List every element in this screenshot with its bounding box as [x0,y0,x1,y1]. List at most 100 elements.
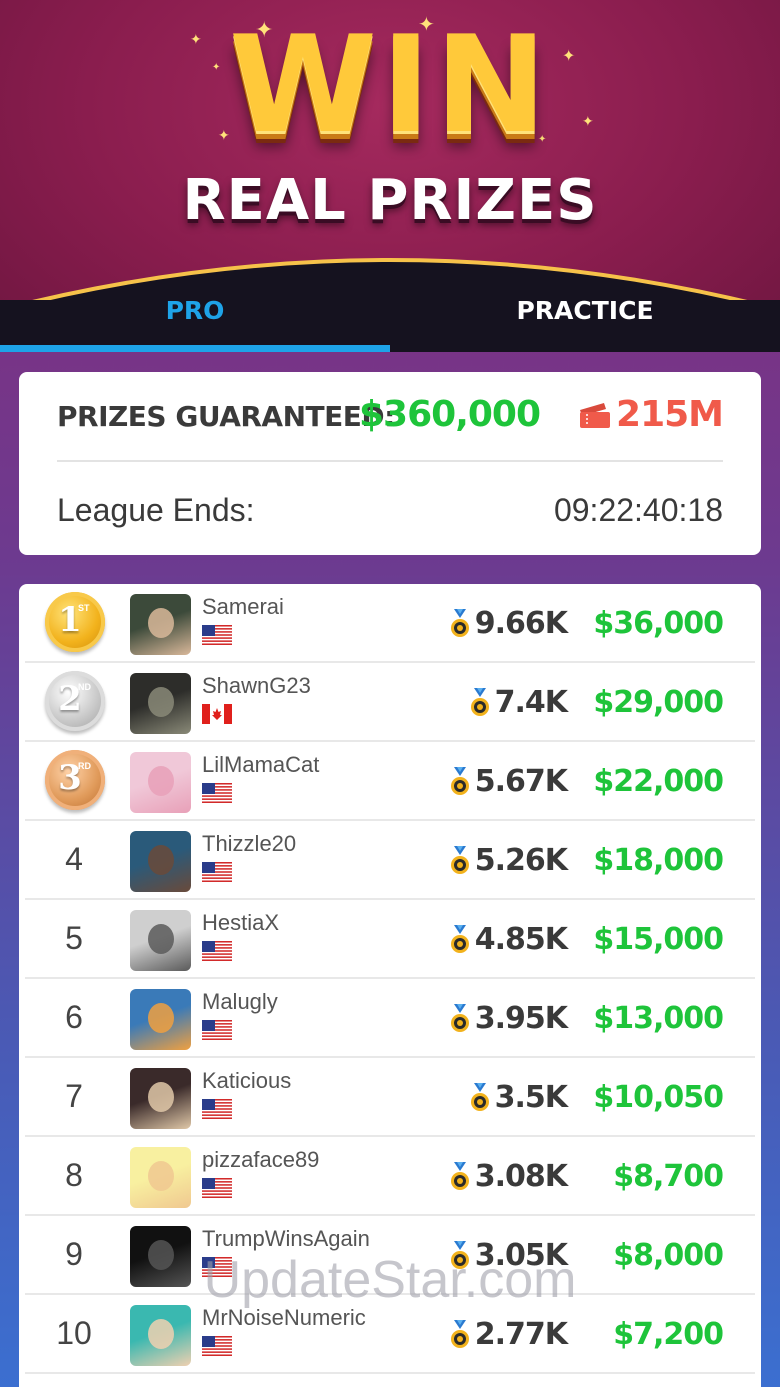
league-ends-label: League Ends: [57,492,255,528]
leaderboard-row[interactable]: 3 RD LilMamaCat 5.67K $22,000 [19,742,761,821]
medal-score-icon [469,687,491,718]
leaderboard-row[interactable]: 9 TrumpWinsAgain 3.05K $8,000 [19,1216,761,1295]
divider [25,1372,755,1374]
ticket-count: 215M [616,394,724,435]
score: 3.5K [447,1080,568,1115]
usa-flag-icon [202,1257,232,1277]
league-countdown: 09:22:40:18 [553,492,723,528]
medal-score-icon [449,1161,471,1192]
score-value: 5.67K [474,764,568,799]
tab-practice[interactable]: PRACTICE [390,296,780,325]
score-value: 4.85K [474,922,568,957]
score: 4.85K [447,922,568,957]
real-prizes-subtitle: REAL PRIZES [182,168,598,233]
avatar[interactable] [130,752,191,813]
prize-amount: $36,000 [593,606,724,641]
rank-suffix: ND [78,682,91,692]
username[interactable]: ShawnG23 [202,673,311,699]
avatar[interactable] [130,673,191,734]
username[interactable]: Malugly [202,989,278,1015]
score: 5.67K [447,764,568,799]
rank-number: 5 [65,920,83,956]
tab-pro[interactable]: PRO [0,296,390,325]
username[interactable]: Samerai [202,594,284,620]
rank-number: 7 [65,1078,83,1114]
usa-flag-icon [202,1336,232,1356]
avatar[interactable] [130,594,191,655]
score-value: 2.77K [474,1317,568,1352]
bronze-medal-icon: 3 RD [45,750,105,810]
prize-amount: $8,700 [613,1159,724,1194]
medal-score-icon [469,1082,491,1113]
username[interactable]: Thizzle20 [202,831,296,857]
score: 3.08K [447,1159,568,1194]
username[interactable]: Katicious [202,1068,291,1094]
leaderboard: 1 ST Samerai 9.66K $36,000 2 ND ShawnG23 7.4K $29… [19,584,761,1387]
score-value: 5.26K [474,843,568,878]
score-value: 9.66K [474,606,568,641]
usa-flag-icon [202,783,232,803]
score-value: 7.4K [494,685,568,720]
score-value: 3.95K [474,1001,568,1036]
avatar[interactable] [130,1147,191,1208]
prize-amount: $8,000 [613,1238,724,1273]
win-title: WIN [229,7,551,163]
ticket-icon [580,402,611,428]
rank-number: 4 [65,841,83,877]
leaderboard-row[interactable]: 10 MrNoiseNumeric 2.77K $7,200 [19,1295,761,1374]
tab-bar: PRO PRACTICE [0,270,780,352]
medal-score-icon [449,1003,471,1034]
score-value: 3.05K [474,1238,568,1273]
score-value: 3.5K [494,1080,568,1115]
medal-score-icon [449,924,471,955]
prize-amount: $7,200 [613,1317,724,1352]
active-tab-indicator [0,345,390,352]
divider [57,460,723,462]
score: 3.95K [447,1001,568,1036]
rank-number: 8 [65,1157,83,1193]
score: 7.4K [447,685,568,720]
score: 3.05K [447,1238,568,1273]
rank-number: 6 [65,999,83,1035]
username[interactable]: HestiaX [202,910,279,936]
prize-amount: $18,000 [593,843,724,878]
avatar[interactable] [130,1226,191,1287]
prizes-guaranteed-label: PRIZES GUARANTEED: [57,400,395,433]
leaderboard-row[interactable]: 7 Katicious 3.5K $10,050 [19,1058,761,1137]
leaderboard-row[interactable]: 1 ST Samerai 9.66K $36,000 [19,584,761,663]
canada-flag-icon [202,704,232,724]
usa-flag-icon [202,862,232,882]
medal-score-icon [449,766,471,797]
medal-score-icon [449,845,471,876]
avatar[interactable] [130,1068,191,1129]
prize-amount: $29,000 [593,685,724,720]
score: 9.66K [447,606,568,641]
username[interactable]: TrumpWinsAgain [202,1226,370,1252]
prize-amount: $22,000 [593,764,724,799]
rank-suffix: RD [78,761,91,771]
leaderboard-row[interactable]: 6 Malugly 3.95K $13,000 [19,979,761,1058]
usa-flag-icon [202,625,232,645]
avatar[interactable] [130,831,191,892]
gold-medal-icon: 1 ST [45,592,105,652]
avatar[interactable] [130,910,191,971]
leaderboard-row[interactable]: 4 Thizzle20 5.26K $18,000 [19,821,761,900]
medal-score-icon [449,1319,471,1350]
leaderboard-row[interactable]: 8 pizzaface89 3.08K $8,700 [19,1137,761,1216]
usa-flag-icon [202,941,232,961]
username[interactable]: LilMamaCat [202,752,319,778]
score: 2.77K [447,1317,568,1352]
avatar[interactable] [130,1305,191,1366]
silver-medal-icon: 2 ND [45,671,105,731]
avatar[interactable] [130,989,191,1050]
rank-number: 9 [65,1236,83,1272]
prize-amount: $10,050 [593,1080,724,1115]
prize-amount: $15,000 [593,922,724,957]
username[interactable]: pizzaface89 [202,1147,319,1173]
username[interactable]: MrNoiseNumeric [202,1305,366,1331]
score: 5.26K [447,843,568,878]
leaderboard-row[interactable]: 2 ND ShawnG23 7.4K $29,000 [19,663,761,742]
rank-suffix: ST [78,603,90,613]
leaderboard-row[interactable]: 5 HestiaX 4.85K $15,000 [19,900,761,979]
usa-flag-icon [202,1099,232,1119]
